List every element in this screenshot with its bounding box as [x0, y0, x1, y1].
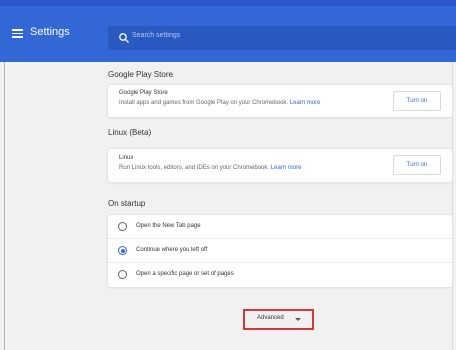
linux-card: Linux Run Linux tools, editors, and IDEs…: [108, 149, 452, 182]
startup-option-label: Open a specific page or set of pages: [136, 271, 234, 277]
advanced-button[interactable]: Advanced: [243, 309, 314, 330]
radio-button[interactable]: [118, 222, 127, 231]
play-store-learn-more-link[interactable]: Learn more: [290, 100, 321, 106]
search-placeholder: Search settings: [132, 32, 181, 39]
left-divider: [4, 62, 5, 350]
play-store-section-title: Google Play Store: [108, 70, 173, 79]
radio-button[interactable]: [118, 270, 127, 279]
chevron-down-icon: [295, 318, 301, 321]
linux-learn-more-link[interactable]: Learn more: [271, 165, 302, 171]
startup-option-label: Open the New Tab page: [136, 223, 201, 229]
startup-option-new-tab[interactable]: Open the New Tab page: [108, 215, 452, 239]
play-store-description: Install apps and games from Google Play …: [119, 100, 320, 106]
advanced-label: Advanced: [257, 315, 284, 321]
startup-card: Open the New Tab page Continue where you…: [108, 215, 452, 287]
page-title: Settings: [30, 26, 70, 38]
startup-option-continue[interactable]: Continue where you left off: [108, 239, 452, 263]
linux-section-title: Linux (Beta): [108, 128, 152, 137]
settings-header: Settings Search settings: [0, 6, 456, 62]
play-store-item-title: Google Play Store: [119, 90, 168, 96]
play-store-turn-on-button[interactable]: Turn on: [393, 91, 441, 111]
startup-option-label: Continue where you left off: [136, 247, 208, 253]
play-store-card: Google Play Store Install apps and games…: [108, 85, 452, 117]
startup-section-title: On startup: [108, 199, 146, 208]
search-input[interactable]: Search settings: [108, 26, 456, 50]
startup-option-specific-pages[interactable]: Open a specific page or set of pages: [108, 263, 452, 287]
radio-button-selected[interactable]: [118, 246, 127, 255]
linux-turn-on-button[interactable]: Turn on: [393, 155, 441, 175]
play-store-description-text: Install apps and games from Google Play …: [119, 100, 289, 106]
linux-description-text: Run Linux tools, editors, and IDEs on yo…: [119, 165, 270, 171]
linux-description: Run Linux tools, editors, and IDEs on yo…: [119, 165, 301, 171]
linux-item-title: Linux: [119, 155, 134, 161]
right-scroll-edge: [452, 62, 453, 350]
search-icon: [119, 33, 129, 43]
menu-icon[interactable]: [12, 29, 23, 38]
